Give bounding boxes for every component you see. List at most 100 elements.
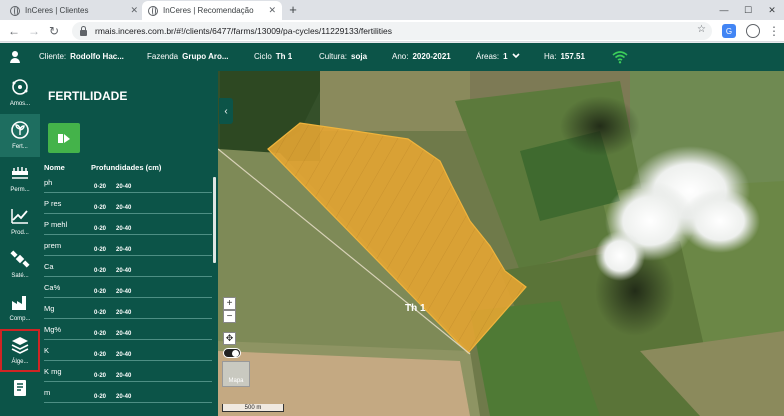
list-item[interactable]: Mg% 0-20 20-40: [44, 319, 212, 340]
depth-0-20[interactable]: 0-20: [94, 184, 106, 190]
app-header: Cliente: Rodolfo Hac... Fazenda Grupo Aro.…: [0, 43, 784, 71]
areas-selector[interactable]: Áreas: 1: [476, 52, 520, 61]
browser-tab-recomendacao[interactable]: InCeres | Recomendação ✕: [142, 1, 282, 20]
depth-20-40[interactable]: 20-40: [116, 247, 131, 253]
tab-close-icon[interactable]: ✕: [268, 5, 276, 16]
minimize-button[interactable]: —: [712, 0, 736, 20]
list-item[interactable]: P mehl 0-20 20-40: [44, 214, 212, 235]
new-tab-button[interactable]: +: [286, 2, 300, 18]
back-button[interactable]: ←: [6, 23, 22, 39]
client-selector[interactable]: Cliente: Rodolfo Hac...: [39, 52, 124, 61]
collapse-panel-button[interactable]: ‹: [219, 98, 233, 124]
row-name: P mehl: [44, 220, 68, 229]
window-controls: — ☐ ✕: [712, 0, 784, 20]
list-item[interactable]: prem 0-20 20-40: [44, 235, 212, 256]
rail-item-amostragem[interactable]: Amos...: [0, 71, 40, 114]
depth-20-40[interactable]: 20-40: [116, 226, 131, 232]
globe-icon: [10, 5, 20, 16]
rail-item-relatorio[interactable]: [0, 372, 40, 415]
row-name: ph: [44, 178, 53, 187]
row-name: Ca: [44, 262, 54, 271]
user-icon[interactable]: [10, 51, 20, 63]
depth-20-40[interactable]: 20-40: [116, 205, 131, 211]
profile-avatar-icon[interactable]: [746, 24, 760, 38]
maximize-button[interactable]: ☐: [736, 0, 760, 20]
field-label: Th 1: [405, 303, 426, 314]
farm-value: Grupo Aro...: [182, 52, 229, 61]
sampling-icon: [12, 79, 28, 95]
tab-close-icon[interactable]: ✕: [130, 5, 138, 16]
depth-0-20[interactable]: 0-20: [94, 289, 106, 295]
production-chart-icon: [11, 209, 28, 224]
list-item[interactable]: ph 0-20 20-40: [44, 172, 212, 193]
browser-tab-clientes[interactable]: InCeres | Clientes ✕: [4, 1, 144, 20]
areas-value: 1: [503, 52, 508, 61]
layer-toggle[interactable]: [223, 348, 241, 358]
globe-icon: [148, 5, 158, 16]
rail-label: Perm...: [10, 187, 30, 193]
export-button[interactable]: [48, 123, 80, 153]
map-scale: 500 m: [222, 404, 284, 412]
rail-item-permissoes[interactable]: Perm...: [0, 157, 40, 200]
depth-20-40[interactable]: 20-40: [116, 184, 131, 190]
cycle-selector[interactable]: Ciclo Th 1: [254, 52, 292, 61]
close-window-button[interactable]: ✕: [760, 0, 784, 20]
depth-20-40[interactable]: 20-40: [116, 394, 131, 400]
browser-menu-icon[interactable]: ⋮: [766, 23, 782, 39]
url-input[interactable]: rmais.inceres.com.br/#!/clients/6477/far…: [72, 22, 712, 40]
translate-extension-icon[interactable]: G: [722, 24, 736, 38]
depth-20-40[interactable]: 20-40: [116, 310, 131, 316]
culture-selector[interactable]: Cultura: soja: [319, 52, 367, 61]
list-item[interactable]: m 0-20 20-40: [44, 382, 212, 403]
row-name: K: [44, 346, 50, 355]
row-name: Ca%: [44, 283, 61, 292]
basemap-switch-button[interactable]: Mapa: [222, 361, 250, 387]
depth-20-40[interactable]: 20-40: [116, 352, 131, 358]
depth-0-20[interactable]: 0-20: [94, 352, 106, 358]
areas-label: Áreas:: [476, 52, 500, 61]
list-scrollbar[interactable]: [213, 177, 216, 263]
year-selector[interactable]: Ano: 2020-2021: [392, 52, 451, 61]
depth-20-40[interactable]: 20-40: [116, 289, 131, 295]
reload-button[interactable]: ↻: [46, 23, 62, 39]
list-item[interactable]: P res 0-20 20-40: [44, 193, 212, 214]
year-value: 2020-2021: [412, 52, 451, 61]
rail-item-compactacao[interactable]: Comp...: [0, 286, 40, 329]
hectares-label: Ha:: [544, 52, 557, 61]
farm-selector[interactable]: Fazenda Grupo Aro...: [147, 52, 229, 61]
rail-item-satelite[interactable]: Saté...: [0, 243, 40, 286]
farm-label: Fazenda: [147, 52, 179, 61]
depth-0-20[interactable]: 0-20: [94, 310, 106, 316]
rail-label: Amos...: [9, 101, 31, 107]
forward-button[interactable]: →: [26, 23, 42, 39]
list-item[interactable]: K mg 0-20 20-40: [44, 361, 212, 382]
list-item[interactable]: K 0-20 20-40: [44, 340, 212, 361]
list-item[interactable]: Ca 0-20 20-40: [44, 256, 212, 277]
depth-0-20[interactable]: 0-20: [94, 331, 106, 337]
depth-0-20[interactable]: 0-20: [94, 268, 106, 274]
row-name: P res: [44, 199, 62, 208]
depth-20-40[interactable]: 20-40: [116, 268, 131, 274]
rail-item-producao[interactable]: Prod...: [0, 200, 40, 243]
wifi-icon: [612, 51, 628, 64]
rail-item-algebra[interactable]: Álge...: [0, 329, 40, 372]
rail-item-fertilidade[interactable]: Fert...: [0, 114, 40, 157]
panel-title: FERTILIDADE: [48, 89, 128, 103]
depth-0-20[interactable]: 0-20: [94, 247, 106, 253]
depth-20-40[interactable]: 20-40: [116, 373, 131, 379]
depth-0-20[interactable]: 0-20: [94, 226, 106, 232]
zoom-in-button[interactable]: +: [223, 297, 236, 310]
list-item[interactable]: Mg 0-20 20-40: [44, 298, 212, 319]
cycle-label: Ciclo: [254, 52, 272, 61]
list-item[interactable]: Ca% 0-20 20-40: [44, 277, 212, 298]
depth-0-20[interactable]: 0-20: [94, 394, 106, 400]
row-name: Mg%: [44, 325, 62, 334]
bookmark-star-icon[interactable]: ☆: [697, 24, 706, 35]
depth-0-20[interactable]: 0-20: [94, 205, 106, 211]
pan-move-icon[interactable]: ✥: [223, 332, 236, 345]
client-value: Rodolfo Hac...: [70, 52, 124, 61]
lock-icon: [80, 25, 87, 36]
depth-20-40[interactable]: 20-40: [116, 331, 131, 337]
depth-0-20[interactable]: 0-20: [94, 373, 106, 379]
zoom-out-button[interactable]: −: [223, 310, 236, 323]
